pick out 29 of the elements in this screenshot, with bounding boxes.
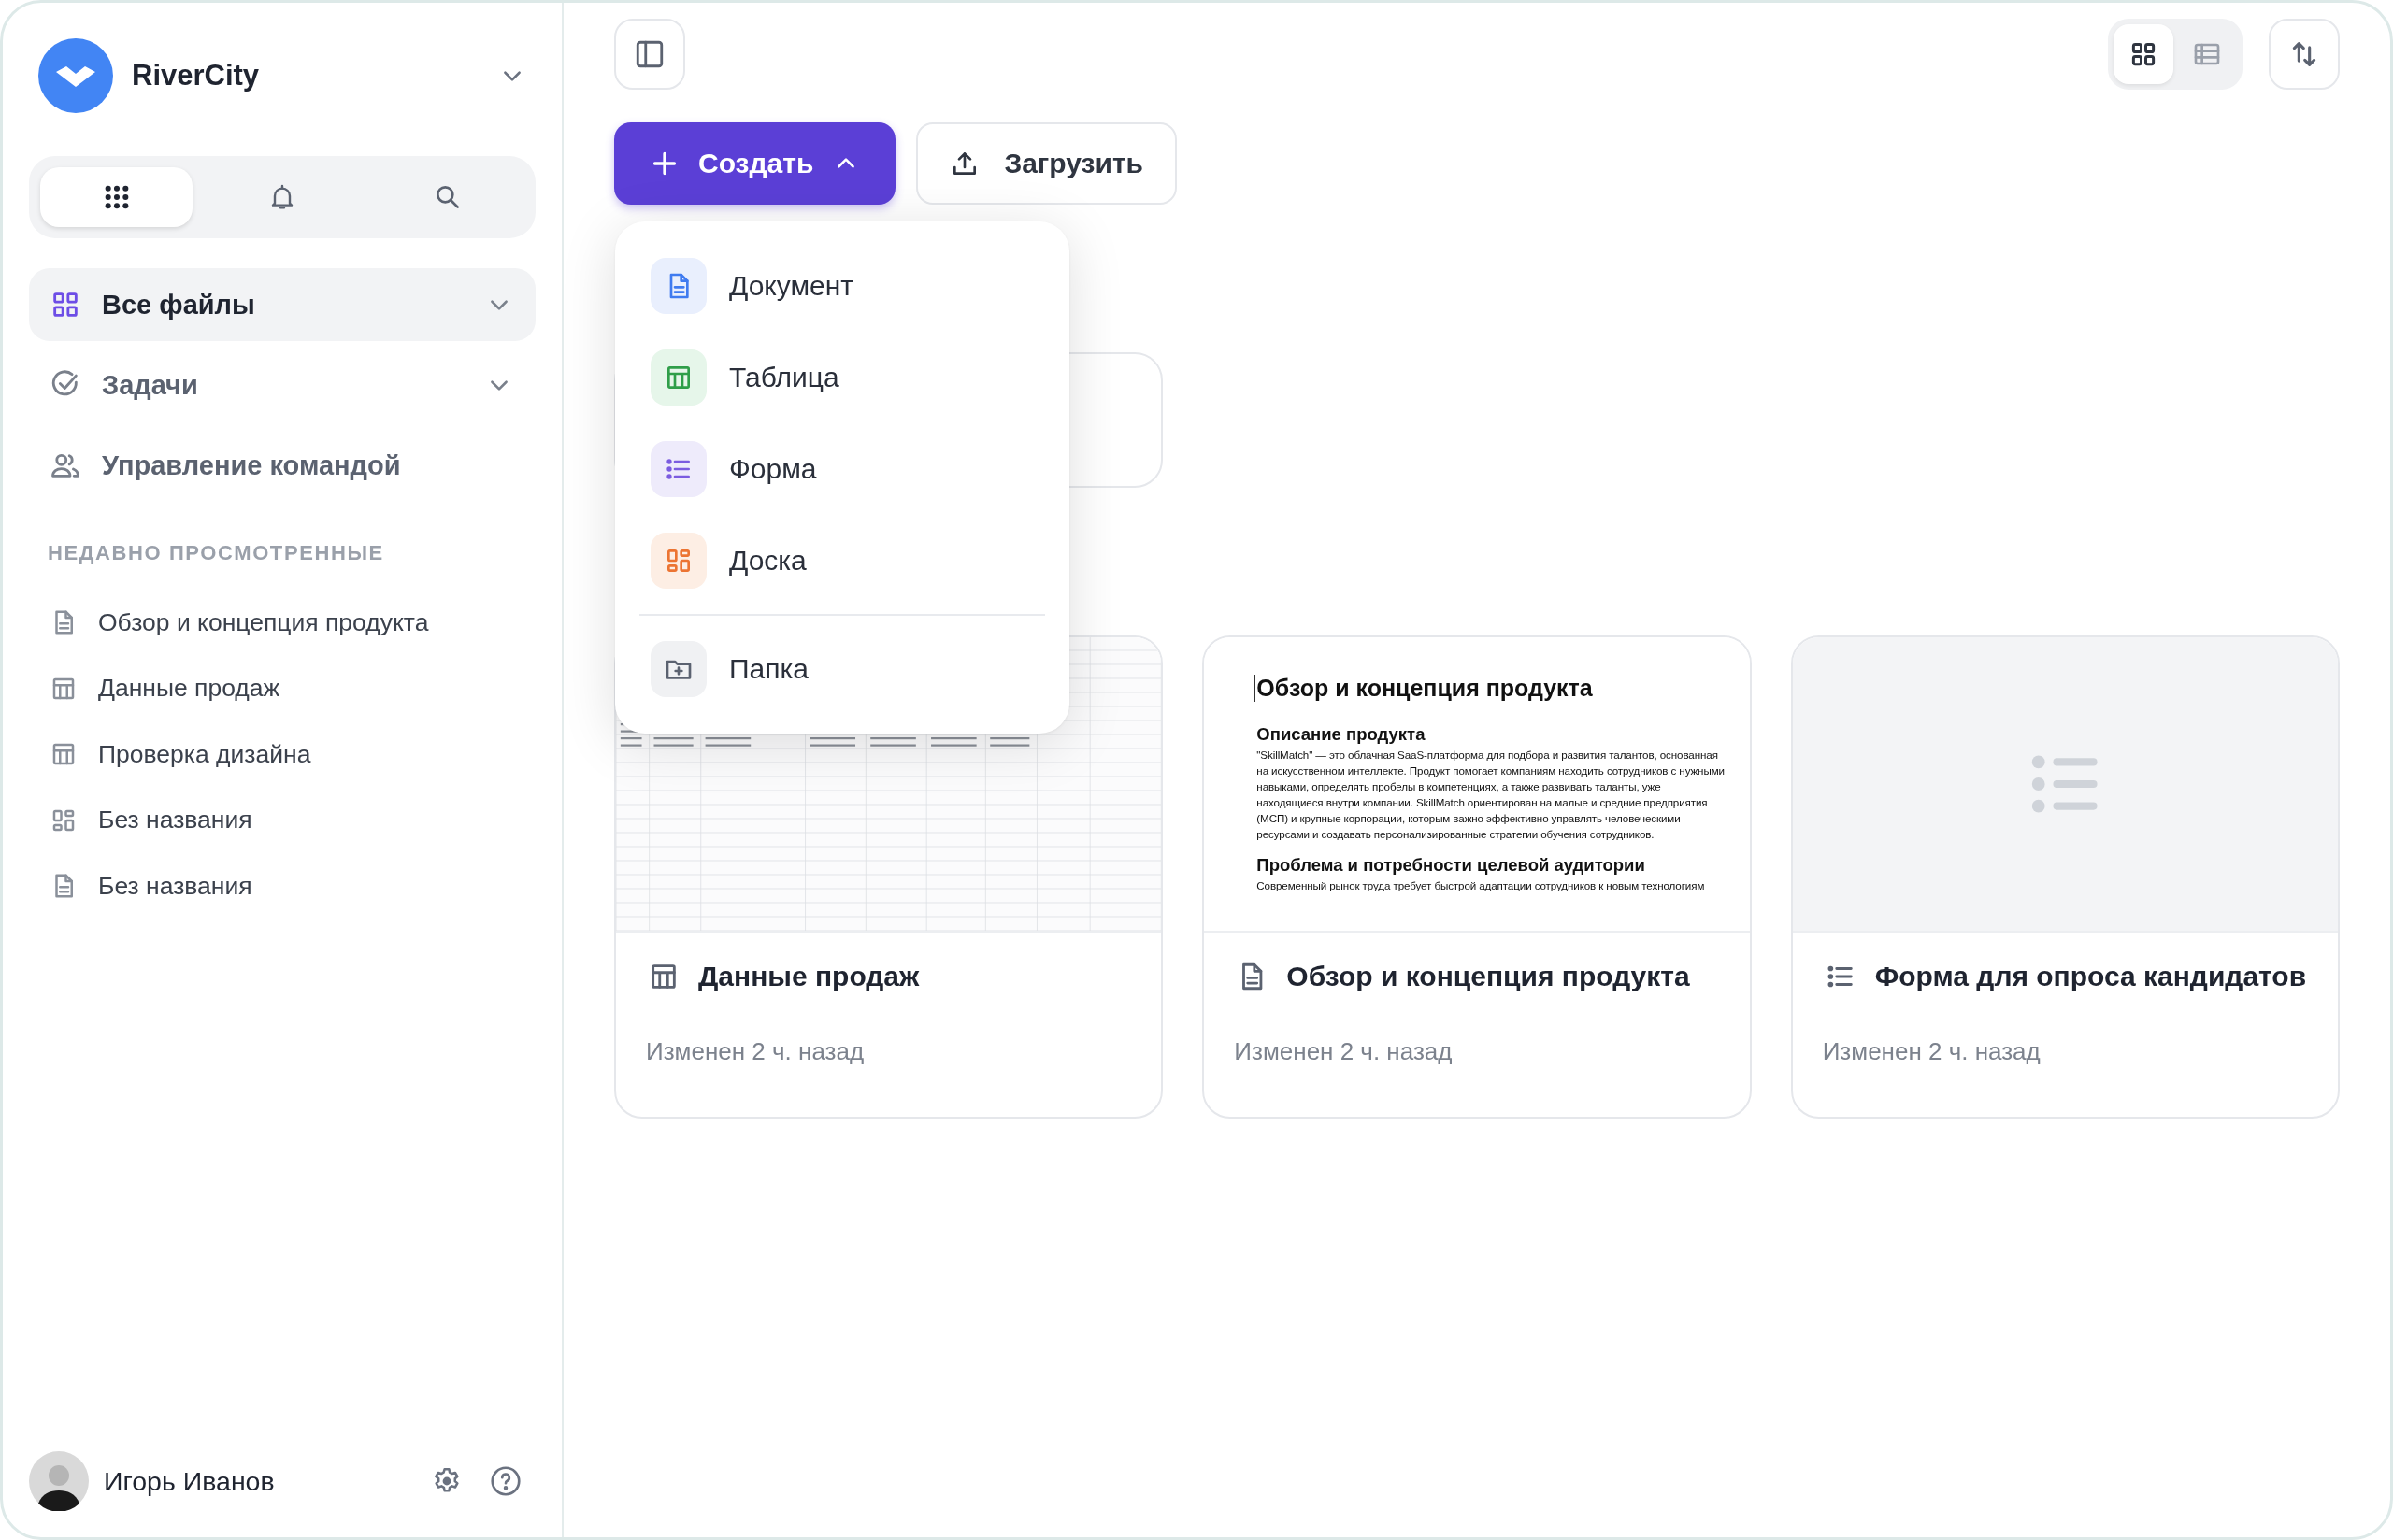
user-name: Игорь Иванов [104,1465,276,1497]
recent-item[interactable]: Обзор и концепция продукта [29,590,536,656]
nav-item[interactable]: Все файлы [29,268,536,341]
document-paragraph: Современный рынок труда требует быстрой адаптации сотрудников к новым технологиям [1256,878,1706,893]
file-title: Обзор и концепция продукта [1286,961,1690,992]
workspace-name: RiverCity [132,59,261,93]
document-paragraph: "SkillMatch" — это облачная SaaS-платформа для подбора и развития талантов, основанная на искусственном интеллекте. Продукт помогает компаниям находить сотрудников с нужными навыками, определять пробелы в компетенциях, а также развивать таланты, уже находящиеся внутри компании. SkillMatch ориентирован на малые и средние предприятия (МСП) и крупные корпорации, которым важно эффективно управлять человеческими ресурсами и создавать персонализированные стратегии обучения сотрудников. [1256,748,1726,842]
recent-item[interactable]: Без названия [29,853,536,920]
recent-item[interactable]: Проверка дизайна [29,721,536,788]
file-title: Данные продаж [698,961,920,992]
menu-item[interactable]: Документ [615,240,1069,332]
document-subheading: Описание продукта [1256,724,1426,745]
menu-item[interactable]: Форма [615,423,1069,515]
document-subheading: Проблема и потребности целевой аудитории [1256,855,1646,876]
document-heading: Обзор и концепция продукта [1254,675,1729,702]
upload-button[interactable]: Загрузить [916,122,1178,205]
file-title: Форма для опроса кандидатов [1874,961,2307,992]
modified-time: Изменен 2 ч. назад [1821,1036,2042,1066]
section-heading: НЕДАВНО ПРОСМОТРЕННЫЕ [47,541,385,565]
recent-item[interactable]: Без названия [29,787,536,853]
create-button[interactable]: Создать [614,122,896,205]
recent-item[interactable]: Данные продаж [29,655,536,721]
menu-item[interactable]: Таблица [615,332,1069,423]
modified-time: Изменен 2 ч. назад [645,1036,866,1066]
nav-item[interactable]: Задачи [29,349,536,421]
modified-time: Изменен 2 ч. назад [1233,1036,1454,1066]
nav-item[interactable]: Управление командой [29,429,536,502]
menu-item[interactable]: Доска [615,515,1069,606]
file-card[interactable]: Форма для опроса кандидатов Изменен 2 ч. назад [1790,635,2340,1119]
